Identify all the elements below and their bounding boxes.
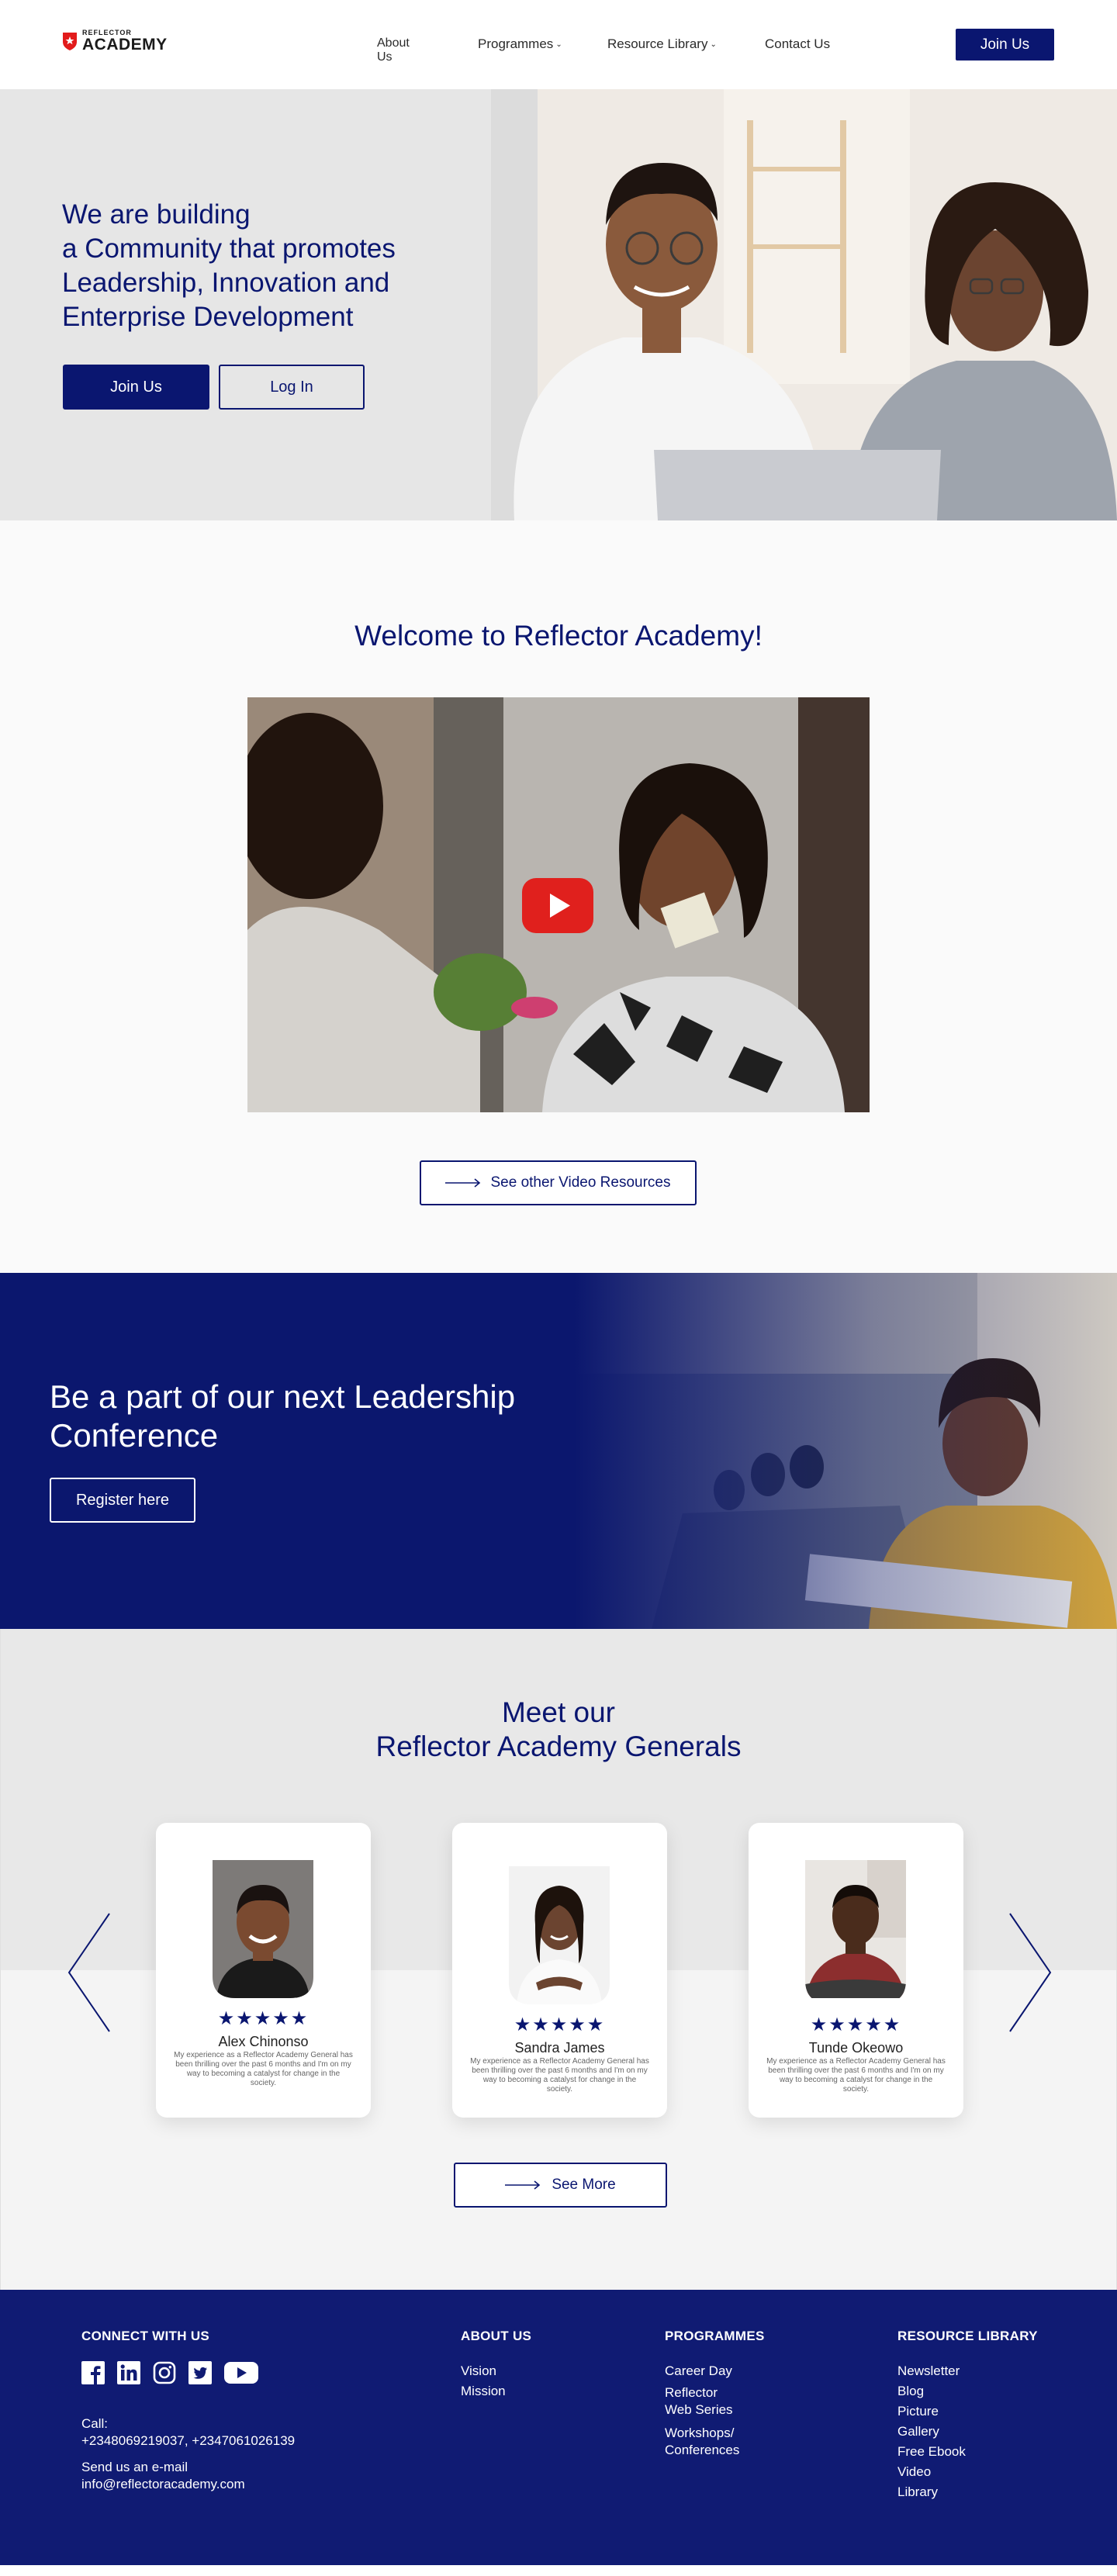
footer-about: ABOUT US Vision Mission (461, 2329, 531, 2401)
top-nav: REFLECTOR ACADEMY About Us Programmes ⌄ R… (0, 0, 1117, 89)
general-card[interactable]: ★★★★★ Tunde Okeowo My experience as a Re… (749, 1823, 963, 2118)
footer-link-blog[interactable]: Blog (897, 2381, 1038, 2401)
footer: CONNECT WITH US Call: +2348069219037, +2… (0, 2290, 1117, 2565)
footer-programmes-title: PROGRAMMES (665, 2329, 765, 2343)
carousel-prev-arrow-icon[interactable] (67, 1912, 113, 2033)
avatar (805, 1860, 906, 1998)
shield-logo-icon (63, 33, 77, 50)
footer-link-library[interactable]: Library (897, 2482, 1038, 2502)
generals-section: Meet our Reflector Academy Generals ★★★★… (0, 1629, 1117, 2290)
general-photo (213, 1860, 313, 1998)
star-rating: ★★★★★ (217, 2008, 310, 2029)
conference-photo (574, 1273, 1117, 1629)
avatar (213, 1860, 313, 1998)
hero-login-button[interactable]: Log In (219, 365, 365, 410)
hero-photo (491, 89, 1117, 520)
general-card[interactable]: ★★★★★ Alex Chinonso My experience as a R… (156, 1823, 371, 2118)
footer-link-web-series[interactable]: Web Series (665, 2401, 765, 2419)
nav-about-label: About Us (377, 36, 410, 64)
footer-link-mission[interactable]: Mission (461, 2381, 531, 2401)
see-more-label: See More (552, 2177, 616, 2193)
general-name: Sandra James (514, 2040, 605, 2056)
youtube-play-icon[interactable] (522, 878, 593, 933)
youtube-icon[interactable] (224, 2361, 258, 2384)
star-rating: ★★★★★ (810, 2014, 902, 2035)
hero-illustration (491, 89, 1117, 520)
footer-link-newsletter[interactable]: Newsletter (897, 2361, 1038, 2381)
hero-join-button[interactable]: Join Us (63, 365, 209, 410)
hero-title: We are building a Community that promote… (62, 198, 496, 334)
nav-programmes-label: Programmes (478, 36, 554, 51)
generals-title-line1: Meet our (501, 1696, 615, 1728)
call-label: Call: (81, 2416, 109, 2431)
facebook-icon[interactable] (81, 2361, 105, 2384)
video-player[interactable] (247, 697, 870, 1112)
nav-join-button[interactable]: Join Us (956, 29, 1054, 61)
footer-link-career-day[interactable]: Career Day (665, 2361, 765, 2381)
general-quote: My experience as a Reflector Academy Gen… (766, 2057, 946, 2094)
footer-link-free-ebook[interactable]: Free Ebook (897, 2442, 1038, 2462)
footer-link-workshops[interactable]: Workshops/ (665, 2425, 765, 2442)
nav-programmes[interactable]: Programmes ⌄ (478, 36, 562, 52)
arrow-right-icon (445, 1178, 481, 1188)
instagram-icon[interactable] (153, 2361, 176, 2384)
nav-resources-label: Resource Library (607, 36, 708, 51)
hero-title-rest: a Community that promotes Leadership, In… (62, 233, 396, 332)
star-rating: ★★★★★ (514, 2014, 606, 2035)
footer-resources-title: RESOURCE LIBRARY (897, 2329, 1038, 2343)
welcome-section: Welcome to Reflector Academy! See other … (0, 520, 1117, 1273)
email-label: Send us an e-mail (81, 2460, 188, 2474)
email-address[interactable]: info@reflectoracademy.com (81, 2476, 295, 2493)
social-links (81, 2361, 295, 2384)
general-photo (509, 1866, 610, 2004)
hero-section: We are building a Community that promote… (0, 89, 1117, 520)
avatar (509, 1866, 610, 2004)
linkedin-icon[interactable] (117, 2361, 140, 2384)
see-more-button[interactable]: See More (454, 2163, 667, 2208)
general-name: Alex Chinonso (218, 2034, 309, 2049)
twitter-icon[interactable] (188, 2361, 212, 2384)
welcome-title: Welcome to Reflector Academy! (354, 620, 763, 652)
footer-connect-title: CONNECT WITH US (81, 2329, 210, 2343)
chevron-down-icon: ⌄ (555, 40, 562, 49)
general-card[interactable]: ★★★★★ Sandra James My experience as a Re… (452, 1823, 667, 2118)
footer-link-picture[interactable]: Picture (897, 2401, 1038, 2422)
general-quote: My experience as a Reflector Academy Gen… (174, 2051, 353, 2087)
nav-about-us[interactable]: About Us (377, 36, 410, 64)
nav-contact-us[interactable]: Contact Us (765, 36, 830, 52)
hero-title-line1: We are building (62, 199, 251, 230)
arrow-right-icon (505, 2180, 541, 2190)
general-photo (805, 1860, 906, 1998)
footer-connect: CONNECT WITH US Call: +2348069219037, +2… (81, 2329, 295, 2493)
general-quote: My experience as a Reflector Academy Gen… (470, 2057, 649, 2094)
footer-about-title: ABOUT US (461, 2329, 532, 2343)
footer-link-video[interactable]: Video (897, 2462, 1038, 2482)
conference-title: Be a part of our next Leadership Confere… (50, 1378, 516, 1454)
phone-numbers[interactable]: +2348069219037, +2347061026139 (81, 2433, 295, 2450)
register-here-button[interactable]: Register here (50, 1478, 195, 1523)
generals-title: Meet our Reflector Academy Generals (1, 1696, 1116, 1764)
logo[interactable]: REFLECTOR ACADEMY (62, 29, 168, 53)
footer-link-reflector[interactable]: Reflector (665, 2384, 765, 2401)
see-video-resources-label: See other Video Resources (490, 1174, 671, 1191)
carousel-next-arrow-icon[interactable] (1006, 1912, 1053, 2033)
conference-banner: Be a part of our next Leadership Confere… (0, 1273, 1117, 1629)
generals-title-line2: Reflector Academy Generals (375, 1731, 742, 1762)
footer-link-conferences[interactable]: Conferences (665, 2442, 765, 2459)
footer-link-gallery[interactable]: Gallery (897, 2422, 1038, 2442)
footer-programmes: PROGRAMMES Career Day Reflector Web Seri… (665, 2329, 765, 2459)
nav-resource-library[interactable]: Resource Library ⌄ (607, 36, 717, 52)
logo-big-text: ACADEMY (82, 36, 168, 54)
chevron-down-icon: ⌄ (710, 40, 717, 49)
footer-resources: RESOURCE LIBRARY Newsletter Blog Picture… (897, 2329, 1038, 2502)
footer-link-vision[interactable]: Vision (461, 2361, 531, 2381)
general-name: Tunde Okeowo (808, 2040, 904, 2056)
see-video-resources-button[interactable]: See other Video Resources (420, 1160, 697, 1205)
nav-contact-label: Contact Us (765, 36, 831, 51)
